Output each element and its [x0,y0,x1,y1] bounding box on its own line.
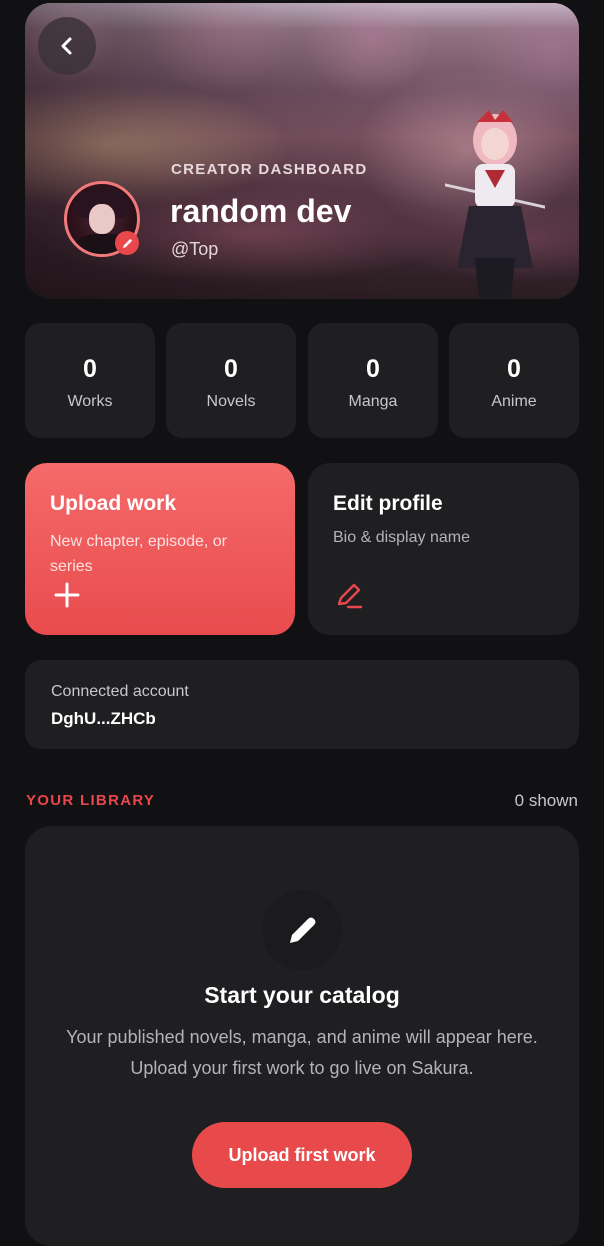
library-empty-state: Start your catalog Your published novels… [25,826,579,1246]
profile-hero-banner: CREATOR DASHBOARD random dev @Top [25,3,579,299]
pen-icon [337,583,363,609]
stat-value: 0 [507,355,521,383]
dashboard-eyebrow: CREATOR DASHBOARD [171,161,368,178]
stat-value: 0 [366,355,380,383]
stat-novels[interactable]: 0 Novels [166,323,296,438]
stat-works[interactable]: 0 Works [25,323,155,438]
stat-label: Anime [491,393,537,410]
connected-account-address: DghU...ZHCb [51,709,156,728]
stat-label: Manga [348,393,398,410]
plus-icon [54,582,80,608]
upload-work-card[interactable]: Upload work New chapter, episode, or ser… [25,463,295,635]
stat-label: Novels [206,393,256,410]
empty-state-title: Start your catalog [204,982,400,1008]
stat-manga[interactable]: 0 Manga [308,323,438,438]
empty-state-icon-badge [262,890,342,970]
avatar-edit-button[interactable] [115,231,139,255]
stat-value: 0 [83,355,97,383]
library-section-title: YOUR LIBRARY [26,792,156,809]
upload-first-work-button[interactable]: Upload first work [192,1122,412,1188]
empty-state-description: Your published novels, manga, and anime … [66,1027,538,1078]
edit-profile-subtitle: Bio & display name [333,529,470,546]
stat-anime[interactable]: 0 Anime [449,323,579,438]
library-count: 0 shown [514,791,578,810]
avatar-face [89,204,115,234]
connected-account-label: Connected account [51,683,189,700]
chevron-left-icon [61,37,72,55]
upload-work-subtitle: New chapter, episode, or series [50,533,227,575]
stat-label: Works [67,393,113,410]
connected-account-card[interactable]: Connected account DghU...ZHCb [25,660,579,749]
edit-profile-title: Edit profile [333,492,443,515]
stat-value: 0 [224,355,238,383]
upload-work-title: Upload work [50,492,177,515]
pencil-icon [290,917,316,943]
user-handle: @Top [171,239,219,259]
pencil-icon [122,238,132,248]
display-name: random dev [170,193,352,229]
edit-profile-card[interactable]: Edit profile Bio & display name [308,463,579,635]
back-button[interactable] [38,17,96,75]
